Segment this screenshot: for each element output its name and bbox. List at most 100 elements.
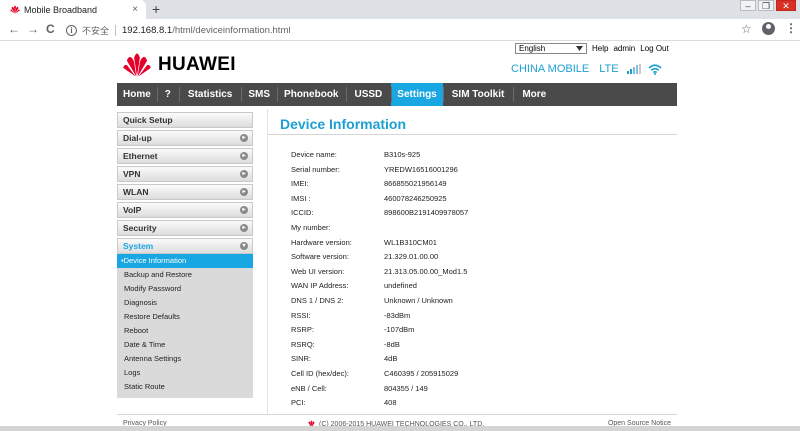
sidebar-item-label: System	[123, 241, 154, 251]
submenu-diagnosis[interactable]: Diagnosis	[117, 296, 253, 310]
sidebar-item-label: WLAN	[123, 187, 149, 197]
expand-arrow-icon: ▸	[240, 152, 248, 160]
info-label: RSSI:	[291, 310, 311, 320]
submenu-backup-and-restore[interactable]: Backup and Restore	[117, 268, 253, 282]
site-info-icon[interactable]: i	[66, 24, 77, 36]
help-link[interactable]: Help	[592, 44, 608, 53]
settings-sidebar: Quick Setup Dial-up ▸ Ethernet ▸ VPN ▸ W…	[117, 112, 253, 398]
signal-bar	[635, 65, 638, 74]
info-value: 866855021956149	[384, 179, 447, 189]
forward-icon[interactable]: →	[27, 22, 39, 36]
wifi-icon	[648, 63, 662, 75]
collapse-arrow-icon: ▾	[240, 242, 248, 250]
info-label: My number:	[291, 222, 331, 232]
info-label: eNB / Cell:	[291, 383, 327, 393]
info-value: C460395 / 205915029	[384, 368, 459, 378]
submenu-restore-defaults[interactable]: Restore Defaults	[117, 310, 253, 324]
nav-phonebook[interactable]: Phonebook	[277, 83, 345, 106]
sidebar-item-label: VoIP	[123, 205, 142, 215]
browser-menu-icon[interactable]: ⋮	[785, 21, 797, 35]
info-value: YREDW16516001296	[384, 164, 458, 174]
submenu-device-information[interactable]: •Device Information	[117, 254, 253, 268]
submenu-static-route[interactable]: Static Route	[117, 380, 253, 394]
top-links: English Help admin Log Out	[515, 43, 669, 54]
info-value: 408	[384, 398, 397, 408]
sidebar-item-voip[interactable]: VoIP ▸	[117, 202, 253, 218]
nav-sim-toolkit[interactable]: SIM Toolkit	[442, 83, 514, 106]
back-icon[interactable]: ←	[8, 22, 20, 36]
browser-toolbar: ← → C i 不安全 192.168.8.1/html/deviceinfor…	[0, 19, 800, 41]
info-value: -8dB	[384, 339, 400, 349]
info-value: 21.329.01.00.00	[384, 252, 439, 262]
info-value: 4dB	[384, 354, 398, 364]
sidebar-item-label: Quick Setup	[123, 115, 173, 125]
tab-close-icon[interactable]: ×	[128, 4, 142, 15]
account-icon[interactable]	[762, 22, 775, 35]
sidebar-item-dial-up[interactable]: Dial-up ▸	[117, 130, 253, 146]
nav-home[interactable]: Home	[117, 83, 157, 106]
info-value: 898600B2191409978057	[384, 208, 469, 218]
info-label: ICCID:	[291, 208, 314, 218]
submenu-reboot[interactable]: Reboot	[117, 324, 253, 338]
sidebar-item-vpn[interactable]: VPN ▸	[117, 166, 253, 182]
maximize-button[interactable]: ❐	[758, 0, 774, 11]
url-host: 192.168.8.1	[122, 24, 173, 36]
huawei-logo-icon	[123, 53, 151, 77]
window-controls: – ❐ ✕	[738, 0, 796, 12]
sidebar-item-label: Dial-up	[123, 133, 152, 143]
nav-help[interactable]: ?	[156, 83, 179, 106]
sidebar-item-wlan[interactable]: WLAN ▸	[117, 184, 253, 200]
info-label: RSRP:	[291, 325, 314, 335]
info-label: SINR:	[291, 354, 312, 364]
huawei-favicon-icon	[10, 5, 20, 14]
info-value: WL1B310CM01	[384, 237, 437, 247]
operator-name: CHINA MOBILE	[511, 63, 590, 75]
nav-statistics[interactable]: Statistics	[178, 83, 241, 106]
submenu-logs[interactable]: Logs	[117, 366, 253, 380]
info-label: Hardware version:	[291, 237, 352, 247]
info-value: B310s-925	[384, 150, 421, 159]
sidebar-item-label: Security	[123, 223, 157, 233]
language-select[interactable]: English	[515, 43, 587, 54]
new-tab-button[interactable]: +	[152, 1, 160, 17]
nav-sms[interactable]: SMS	[241, 83, 277, 106]
info-value: -83dBm	[384, 310, 411, 320]
nav-ussd[interactable]: USSD	[345, 83, 392, 106]
reload-icon[interactable]: C	[46, 22, 55, 36]
expand-arrow-icon: ▸	[240, 170, 248, 178]
minimize-button[interactable]: –	[740, 0, 756, 11]
url-path: /html/deviceinformation.html	[172, 24, 291, 36]
info-value: Unknown / Unknown	[384, 295, 453, 305]
submenu-antenna-settings[interactable]: Antenna Settings	[117, 352, 253, 366]
nav-settings[interactable]: Settings	[391, 83, 443, 106]
info-label: PCI:	[291, 398, 306, 408]
url-text[interactable]: 192.168.8.1/html/deviceinformation.html	[122, 25, 290, 36]
info-label: Cell ID (hex/dec):	[291, 368, 349, 378]
sidebar-item-system[interactable]: System ▾	[117, 238, 253, 254]
nav-more[interactable]: More	[513, 83, 555, 106]
username: admin	[613, 44, 636, 53]
info-label: RSRQ:	[291, 339, 315, 349]
bookmark-star-icon[interactable]: ☆	[741, 22, 752, 36]
sidebar-item-label: Ethernet	[123, 151, 158, 161]
tab-title: Mobile Broadband	[24, 4, 98, 15]
browser-tab[interactable]: Mobile Broadband ×	[0, 0, 146, 19]
logout-link[interactable]: Log Out	[640, 44, 668, 53]
huawei-logo: HUAWEI	[120, 52, 236, 78]
sidebar-item-ethernet[interactable]: Ethernet ▸	[117, 148, 253, 164]
signal-strength-icon	[626, 64, 642, 74]
sidebar-item-quick-setup[interactable]: Quick Setup	[117, 112, 253, 128]
address-bar[interactable]: i 不安全 192.168.8.1/html/deviceinformation…	[64, 22, 764, 38]
title-underline	[268, 134, 677, 135]
network-type: LTE	[599, 63, 619, 75]
info-value: -107dBm	[384, 325, 415, 335]
sidebar-item-security[interactable]: Security ▸	[117, 220, 253, 236]
language-value: English	[519, 44, 546, 53]
info-value: undefined	[384, 281, 417, 291]
close-window-button[interactable]: ✕	[776, 0, 796, 11]
submenu-date-time[interactable]: Date & Time	[117, 338, 253, 352]
submenu-modify-password[interactable]: Modify Password	[117, 282, 253, 296]
expand-arrow-icon: ▸	[240, 206, 248, 214]
sidebar-item-label: VPN	[123, 169, 141, 179]
info-label: WAN IP Address:	[291, 281, 349, 291]
